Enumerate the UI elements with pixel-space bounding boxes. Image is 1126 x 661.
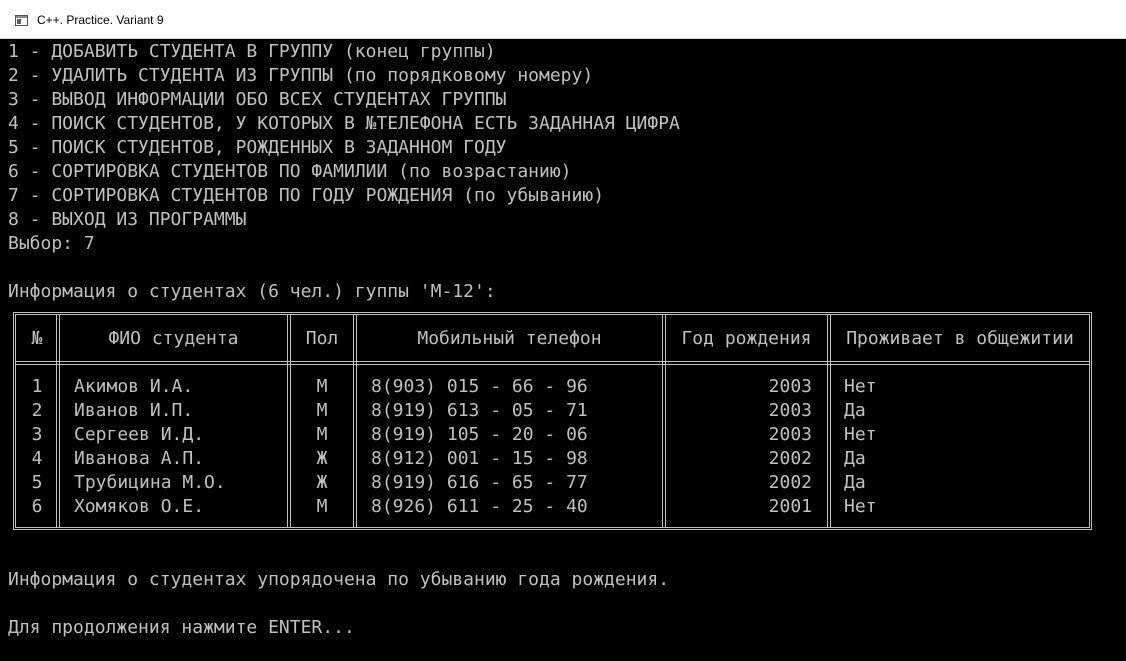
choice-line: Выбор: 7 xyxy=(8,233,95,254)
console-window: C++. Practice. Variant 9 1 - ДОБАВИТЬ СТ… xyxy=(0,0,1126,661)
cell-dormitory: Да xyxy=(844,448,866,469)
menu-item-5: 5 - ПОИСК СТУДЕНТОВ, РОЖДЕННЫХ В ЗАДАННО… xyxy=(8,137,507,158)
header-birth-year: Год рождения xyxy=(681,328,812,349)
console-window-icon xyxy=(15,15,28,26)
cell-birth-year: 2003 xyxy=(768,424,812,445)
cell-phone: 8(912) 001 - 15 - 98 xyxy=(371,448,588,469)
cell-sex: Ж xyxy=(316,472,328,493)
menu-item-8: 8 - ВЫХОД ИЗ ПРОГРАММЫ xyxy=(8,209,247,230)
cell-name: Трубицина М.О. xyxy=(74,472,226,493)
info-header: Информация о студентах (6 чел.) гуппы 'М… xyxy=(8,281,496,302)
menu-item-7: 7 - СОРТИРОВКА СТУДЕНТОВ ПО ГОДУ РОЖДЕНИ… xyxy=(8,185,605,206)
cell-phone: 8(903) 015 - 66 - 96 xyxy=(371,376,588,397)
cell-sex: М xyxy=(316,424,328,445)
cell-sex: М xyxy=(316,496,328,517)
cell-phone: 8(919) 616 - 65 - 77 xyxy=(371,472,588,493)
students-table: № ФИО студента Пол Мобильный телефон Год… xyxy=(13,312,1092,530)
cell-name: Сергеев И.Д. xyxy=(74,424,205,445)
header-phone: Мобильный телефон xyxy=(417,328,602,349)
cell-phone: 8(919) 105 - 20 - 06 xyxy=(371,424,588,445)
menu-item-2: 2 - УДАЛИТЬ СТУДЕНТА ИЗ ГРУППЫ (по поряд… xyxy=(8,65,594,86)
menu-item-3: 3 - ВЫВОД ИНФОРМАЦИИ ОБО ВСЕХ СТУДЕНТАХ … xyxy=(8,89,507,110)
continue-prompt: Для продолжения нажмите ENTER... xyxy=(8,617,355,638)
cell-name: Хомяков О.Е. xyxy=(74,496,205,517)
cell-name: Акимов И.А. xyxy=(74,376,194,397)
cell-number: 1 xyxy=(31,376,43,397)
menu-item-6: 6 - СОРТИРОВКА СТУДЕНТОВ ПО ФАМИЛИИ (по … xyxy=(8,161,572,182)
cell-sex: М xyxy=(316,376,328,397)
window-title: C++. Practice. Variant 9 xyxy=(37,13,164,27)
cell-number: 4 xyxy=(31,448,43,469)
cell-number: 3 xyxy=(31,424,43,445)
title-bar[interactable]: C++. Practice. Variant 9 xyxy=(0,0,1126,39)
cell-dormitory: Нет xyxy=(844,424,877,445)
cell-dormitory: Нет xyxy=(844,376,877,397)
cell-dormitory: Да xyxy=(844,472,866,493)
cell-number: 5 xyxy=(31,472,43,493)
header-divider xyxy=(16,361,1089,365)
header-sex: Пол xyxy=(305,328,339,349)
sorted-message: Информация о студентах упорядочена по уб… xyxy=(8,569,670,590)
cell-sex: Ж xyxy=(316,448,328,469)
cell-birth-year: 2002 xyxy=(768,448,812,469)
console-output[interactable]: 1 - ДОБАВИТЬ СТУДЕНТА В ГРУППУ (конец гр… xyxy=(0,39,1126,661)
header-dormitory: Проживает в общежитии xyxy=(846,328,1074,349)
header-number: № xyxy=(31,328,43,349)
menu-item-4: 4 - ПОИСК СТУДЕНТОВ, У КОТОРЫХ В №ТЕЛЕФО… xyxy=(8,113,680,134)
cell-phone: 8(919) 613 - 05 - 71 xyxy=(371,400,588,421)
cell-birth-year: 2003 xyxy=(768,376,812,397)
cell-dormitory: Да xyxy=(844,400,866,421)
cell-sex: М xyxy=(316,400,328,421)
cell-number: 2 xyxy=(31,400,43,421)
menu-item-1: 1 - ДОБАВИТЬ СТУДЕНТА В ГРУППУ (конец гр… xyxy=(8,41,496,62)
cell-birth-year: 2003 xyxy=(768,400,812,421)
cell-birth-year: 2002 xyxy=(768,472,812,493)
cell-number: 6 xyxy=(31,496,43,517)
cell-dormitory: Нет xyxy=(844,496,877,517)
cell-name: Иванова А.П. xyxy=(74,448,205,469)
cell-name: Иванов И.П. xyxy=(74,400,194,421)
cell-birth-year: 2001 xyxy=(768,496,812,517)
header-name: ФИО студента xyxy=(108,328,239,349)
cell-phone: 8(926) 611 - 25 - 40 xyxy=(371,496,588,517)
